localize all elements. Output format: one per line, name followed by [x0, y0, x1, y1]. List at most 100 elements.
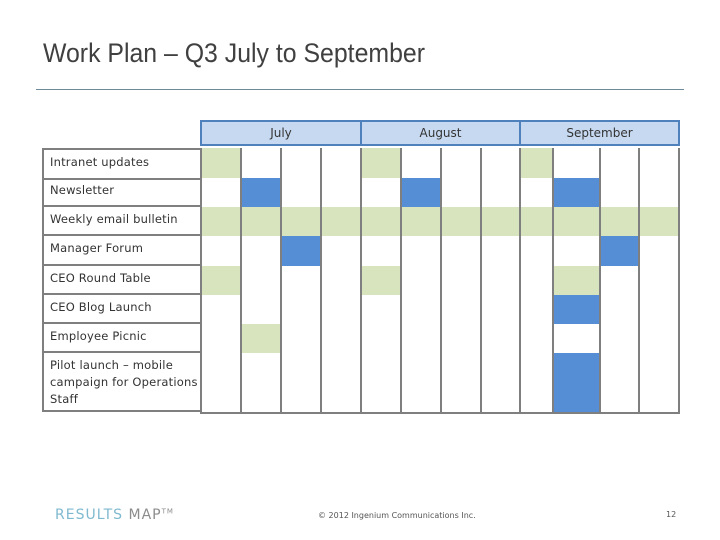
schedule-cell-empty [360, 236, 400, 268]
schedule-cell-green [599, 207, 638, 238]
schedule-cell-green [360, 207, 400, 238]
schedule-cell-green [200, 148, 240, 180]
schedule-cell-green [519, 207, 552, 238]
schedule-cell-empty [440, 148, 480, 180]
schedule-cell-empty [320, 353, 360, 414]
schedule-cell-empty [240, 295, 280, 326]
page-number: 12 [666, 510, 677, 519]
schedule-cell-empty [240, 353, 280, 414]
schedule-cell-empty [440, 295, 480, 326]
schedule-cell-empty [638, 353, 680, 414]
schedule-cell-empty [200, 178, 240, 209]
schedule-cell-empty [519, 236, 552, 268]
schedule-cell-empty [240, 266, 280, 297]
schedule-cell-empty [599, 324, 638, 355]
schedule-cell-empty [280, 178, 320, 209]
schedule-cell-empty [360, 324, 400, 355]
schedule-cell-empty [599, 178, 638, 209]
schedule-cell-empty [440, 178, 480, 209]
schedule-cell-blue [552, 295, 599, 326]
schedule-cell-empty [480, 295, 519, 326]
schedule-cell-empty [440, 324, 480, 355]
row-label: Weekly email bulletin [42, 207, 200, 236]
row-label: Employee Picnic [42, 324, 200, 353]
row-label: Newsletter [42, 178, 200, 207]
schedule-cell-empty [400, 148, 440, 180]
month-header-september: September [519, 120, 680, 146]
row-label: CEO Blog Launch [42, 295, 200, 324]
schedule-cell-empty [280, 148, 320, 180]
schedule-cell-green [552, 207, 599, 238]
schedule-cell-empty [280, 324, 320, 355]
schedule-cell-empty [400, 236, 440, 268]
schedule-cell-empty [280, 295, 320, 326]
schedule-cell-empty [638, 178, 680, 209]
schedule-cell-empty [638, 266, 680, 297]
schedule-cell-empty [440, 353, 480, 414]
schedule-cell-empty [519, 178, 552, 209]
schedule-cell-empty [480, 266, 519, 297]
row-label: Intranet updates [42, 148, 200, 180]
schedule-cell-empty [320, 178, 360, 209]
schedule-cell-empty [599, 295, 638, 326]
schedule-cell-empty [400, 324, 440, 355]
schedule-cell-green [240, 324, 280, 355]
schedule-cell-blue [552, 178, 599, 209]
schedule-cell-green [638, 207, 680, 238]
schedule-cell-empty [480, 324, 519, 355]
schedule-cell-empty [599, 266, 638, 297]
schedule-cell-empty [638, 324, 680, 355]
schedule-cell-empty [519, 295, 552, 326]
schedule-cell-green [480, 207, 519, 238]
logo-text-results: RESULTS [55, 507, 124, 523]
schedule-cell-empty [519, 353, 552, 414]
schedule-cell-blue [400, 178, 440, 209]
schedule-cell-empty [200, 353, 240, 414]
schedule-cell-empty [552, 236, 599, 268]
schedule-cell-empty [200, 295, 240, 326]
schedule-cell-green [240, 207, 280, 238]
schedule-cell-empty [320, 295, 360, 326]
schedule-cell-green [360, 148, 400, 180]
schedule-cell-empty [599, 353, 638, 414]
schedule-cell-empty [360, 178, 400, 209]
row-label: CEO Round Table [42, 266, 200, 295]
schedule-cell-blue [240, 178, 280, 209]
schedule-cell-empty [400, 295, 440, 326]
schedule-cell-green [519, 148, 552, 180]
schedule-cell-green [440, 207, 480, 238]
row-label: Manager Forum [42, 236, 200, 266]
schedule-cell-empty [320, 236, 360, 268]
schedule-cell-empty [480, 236, 519, 268]
schedule-cell-empty [240, 236, 280, 268]
schedule-cell-empty [360, 353, 400, 414]
schedule-cell-green [200, 207, 240, 238]
schedule-cell-empty [400, 353, 440, 414]
slide-title: Work Plan – Q3 July to September [43, 38, 425, 68]
schedule-cell-empty [638, 295, 680, 326]
schedule-cell-empty [240, 148, 280, 180]
schedule-cell-empty [320, 148, 360, 180]
schedule-cell-empty [320, 324, 360, 355]
schedule-cell-empty [552, 324, 599, 355]
schedule-cell-empty [280, 266, 320, 297]
title-divider [36, 89, 684, 90]
schedule-cell-green [360, 266, 400, 297]
schedule-cell-green [200, 266, 240, 297]
schedule-cell-green [400, 207, 440, 238]
schedule-cell-empty [599, 148, 638, 180]
schedule-cell-empty [360, 295, 400, 326]
schedule-cell-empty [200, 324, 240, 355]
schedule-cell-green [280, 207, 320, 238]
schedule-cell-empty [480, 178, 519, 209]
schedule-cell-empty [320, 266, 360, 297]
month-header-july: July [200, 120, 362, 146]
schedule-cell-empty [440, 266, 480, 297]
logo-text-map: MAP [128, 507, 162, 523]
schedule-cell-blue [280, 236, 320, 268]
schedule-cell-green [320, 207, 360, 238]
schedule-cell-empty [519, 266, 552, 297]
schedule-cell-empty [638, 236, 680, 268]
month-header-august: August [360, 120, 521, 146]
schedule-cell-empty [440, 236, 480, 268]
